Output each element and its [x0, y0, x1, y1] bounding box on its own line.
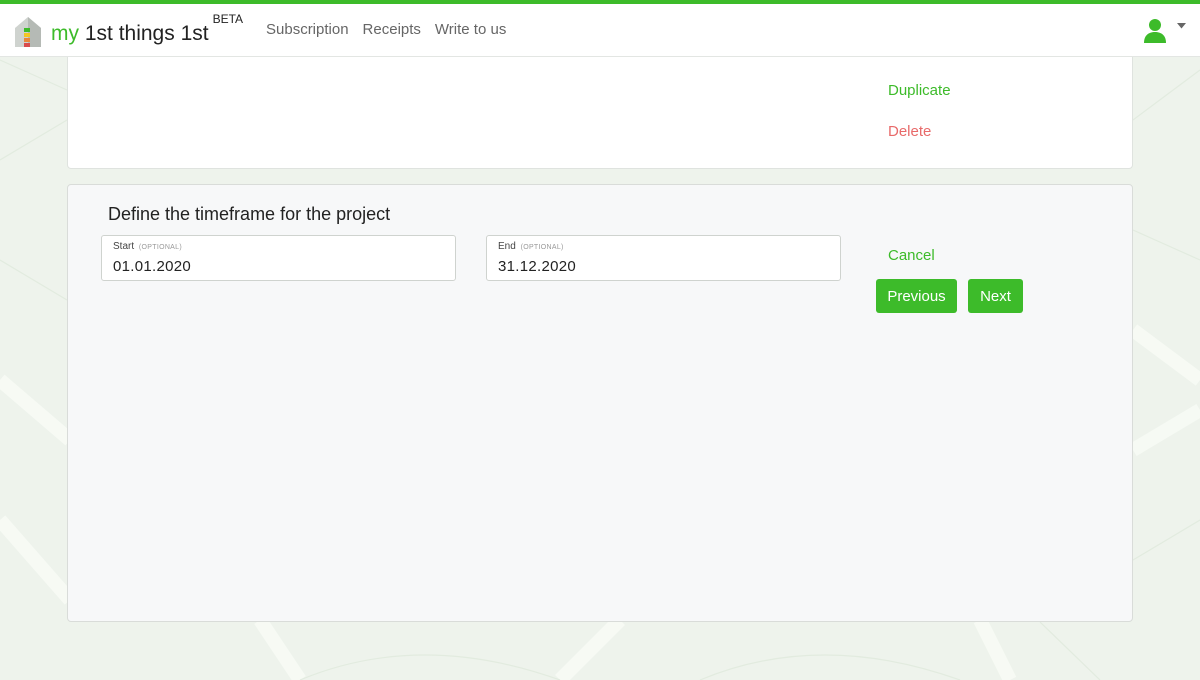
house-logo-icon: [15, 17, 41, 47]
user-icon: [1144, 19, 1166, 43]
navbar: my 1st things 1stBETA Subscription Recei…: [0, 4, 1200, 57]
end-date-value: 31.12.2020: [498, 258, 577, 275]
start-date-label: Start (OPTIONAL): [113, 241, 182, 252]
nav-link-receipts[interactable]: Receipts: [363, 21, 421, 38]
section-title: Define the timeframe for the project: [108, 204, 391, 224]
top-accent-bar: [0, 0, 1200, 4]
nav-link-subscription[interactable]: Subscription: [266, 21, 349, 38]
nav-link-write-to-us[interactable]: Write to us: [435, 21, 506, 38]
project-card: Duplicate Delete: [67, 44, 1133, 169]
duplicate-link[interactable]: Duplicate: [888, 82, 951, 99]
user-menu[interactable]: [1143, 18, 1186, 44]
end-optional-tag: (OPTIONAL): [520, 244, 564, 251]
beta-badge: BETA: [212, 11, 244, 26]
brand-name: my 1st things 1stBETA: [51, 12, 243, 46]
caret-down-icon: [1177, 23, 1186, 29]
end-date-field[interactable]: End (OPTIONAL) 31.12.2020: [486, 235, 841, 281]
nav-links: Subscription Receipts Write to us: [266, 21, 506, 38]
next-button[interactable]: Next: [968, 279, 1023, 313]
brand[interactable]: my 1st things 1stBETA: [14, 12, 243, 50]
brand-title: 1st things 1st: [84, 21, 209, 45]
delete-link[interactable]: Delete: [888, 123, 931, 140]
start-label-text: Start: [113, 241, 135, 252]
start-optional-tag: (OPTIONAL): [138, 244, 182, 251]
end-date-label: End (OPTIONAL): [498, 241, 564, 252]
brand-prefix: my: [51, 21, 79, 45]
start-date-field[interactable]: Start (OPTIONAL) 01.01.2020: [101, 235, 456, 281]
cancel-link[interactable]: Cancel: [888, 247, 935, 264]
timeframe-card: Define the timeframe for the project Sta…: [67, 184, 1133, 622]
start-date-value: 01.01.2020: [113, 258, 192, 275]
previous-button[interactable]: Previous: [876, 279, 957, 313]
end-label-text: End: [498, 241, 516, 252]
